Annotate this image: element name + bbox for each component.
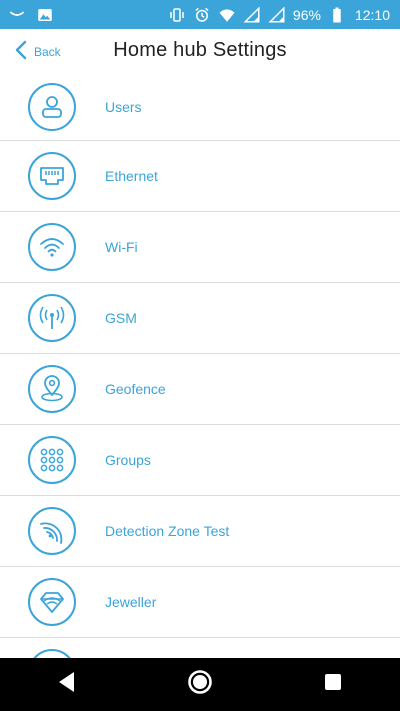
list-item-label: Detection Zone Test	[105, 523, 230, 539]
list-item-label: GSM	[105, 310, 137, 326]
list-item-jeweller[interactable]: Jeweller	[0, 567, 400, 638]
vibrate-icon	[168, 6, 186, 24]
battery-percent: 96%	[292, 6, 321, 23]
diamond-icon	[28, 578, 76, 626]
list-item-label: Users	[105, 99, 142, 115]
list-item-label: Wi-Fi	[105, 239, 138, 255]
list-item-label: Geofence	[105, 381, 166, 397]
list-item-label: Jeweller	[105, 594, 157, 610]
status-bar: 96% 12:10	[0, 0, 400, 29]
back-triangle-icon	[54, 669, 80, 700]
ethernet-icon	[28, 152, 76, 200]
list-item-label: Groups	[105, 452, 151, 468]
wifi-status-icon	[218, 6, 236, 24]
app-header: Back Home hub Settings	[0, 29, 400, 74]
nav-back-button[interactable]	[47, 665, 87, 705]
list-item-gsm[interactable]: GSM	[0, 283, 400, 354]
image-notification-icon	[36, 6, 54, 24]
location-pin-icon	[28, 365, 76, 413]
gsm-antenna-icon	[28, 294, 76, 342]
list-item-ethernet[interactable]: Ethernet	[0, 141, 400, 212]
home-circle-icon	[187, 669, 213, 700]
list-item-detection-zone-test[interactable]: Detection Zone Test	[0, 496, 400, 567]
partial-item-icon	[28, 649, 76, 658]
status-right: 96% 12:10	[168, 5, 390, 24]
battery-icon	[328, 6, 346, 24]
alarm-icon	[193, 6, 211, 24]
list-item-wifi[interactable]: Wi-Fi	[0, 212, 400, 283]
grid-dots-icon	[28, 436, 76, 484]
android-nav-bar	[0, 658, 400, 711]
list-item-label: Ethernet	[105, 168, 158, 184]
list-item-geofence[interactable]: Geofence	[0, 354, 400, 425]
list-item-partial[interactable]	[0, 638, 400, 658]
nav-recents-button[interactable]	[313, 665, 353, 705]
list-item-groups[interactable]: Groups	[0, 425, 400, 496]
page-title: Home hub Settings	[113, 39, 287, 61]
notification-chevron-icon	[8, 6, 26, 24]
signal-icon-2	[268, 5, 286, 24]
detection-zone-icon	[28, 507, 76, 555]
nav-home-button[interactable]	[180, 665, 220, 705]
signal-icon	[243, 5, 261, 24]
recents-square-icon	[320, 669, 346, 700]
wifi-icon	[28, 223, 76, 271]
user-icon	[28, 83, 76, 131]
status-left	[8, 6, 54, 24]
list-item-users[interactable]: Users	[0, 74, 400, 141]
clock: 12:10	[354, 6, 390, 23]
settings-list: Users Ethernet Wi-Fi GSM Geofence Groups…	[0, 74, 400, 658]
